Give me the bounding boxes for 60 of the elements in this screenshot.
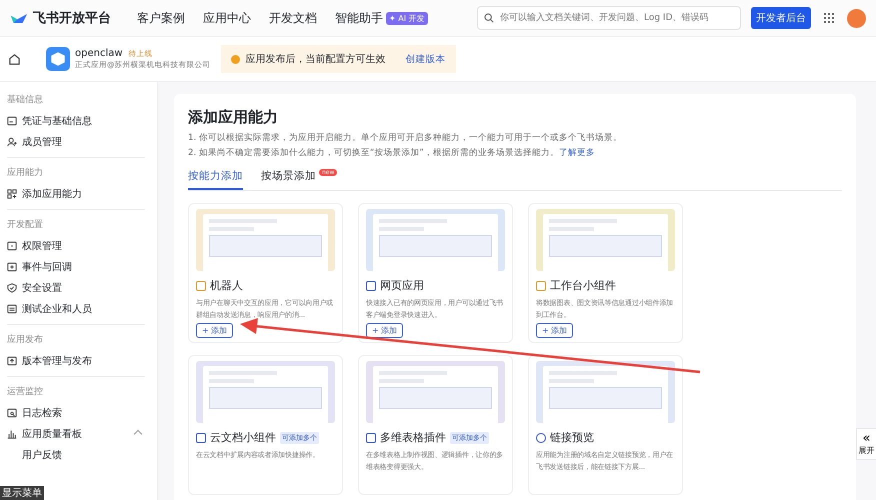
notice-text: 应用发布后，当前配置方可生效 [246, 52, 386, 66]
card-icon [7, 116, 17, 126]
test-icon [7, 304, 17, 314]
ai-badge: ✦ AI 开发 [386, 12, 428, 24]
search-input[interactable]: 你可以输入文档关键词、开发问题、Log ID、错误码 [498, 12, 734, 24]
card-title: 多维表格插件 [380, 430, 446, 445]
card-title: 云文档小组件 [210, 430, 276, 445]
chart-icon [7, 428, 17, 438]
help-text: 2. 如果尚不确定需要添加什么能力，可切换至“按场景添加”，根据所需的业务场景选择能力。了解更多 [188, 147, 596, 159]
search-icon [484, 13, 494, 23]
sidebar-item[interactable]: 成员管理 [22, 134, 145, 148]
section-title: 运营监控 [7, 386, 44, 399]
sidebar-item[interactable]: 凭证与基础信息 [22, 114, 145, 128]
sidebar-item[interactable]: 事件与回调 [22, 260, 145, 274]
help-text: 1. 你可以根据实际需求，为应用开启能力。单个应用可开启多种能力，一个能力可用于一个或多个飞书场景。 [188, 132, 623, 144]
home-icon[interactable] [8, 52, 21, 66]
tooltip: 显示菜单 [0, 486, 44, 500]
card-title: 链接预览 [550, 430, 594, 445]
nav-link[interactable]: 应用中心 [203, 10, 251, 26]
apps-grid-icon[interactable] [823, 12, 835, 24]
nav-link[interactable]: 开发文档 [269, 10, 317, 26]
create-version-link[interactable]: 创建版本 [406, 52, 446, 66]
sidebar-item[interactable]: 权限管理 [22, 238, 145, 252]
grid-icon [7, 188, 17, 198]
sidebar-item[interactable]: 版本管理与发布 [22, 354, 145, 368]
card-title: 机器人 [210, 278, 243, 293]
sidebar-item[interactable]: 用户反馈 [22, 448, 145, 462]
person-icon [7, 136, 17, 146]
expand-toggle[interactable]: « 展开 [856, 428, 876, 460]
upload-icon [7, 356, 17, 366]
logo-text[interactable]: 飞书开放平台 [33, 9, 111, 27]
card-title: 网页应用 [380, 278, 424, 293]
sidebar-item[interactable]: 应用质量看板 [22, 426, 130, 440]
event-icon [7, 262, 17, 272]
add-button[interactable]: + 添加 [366, 323, 404, 338]
section-title: 基础信息 [7, 94, 44, 107]
learn-more-link[interactable]: 了解更多 [558, 148, 595, 158]
developer-console-button[interactable]: 开发者后台 [751, 7, 811, 29]
sidebar-item[interactable]: 测试企业和人员 [22, 302, 145, 316]
sidebar-item[interactable]: 安全设置 [22, 280, 145, 294]
page-title: 添加应用能力 [188, 108, 279, 127]
section-title: 开发配置 [7, 218, 44, 232]
app-icon [46, 47, 70, 71]
add-button[interactable]: + 添加 [536, 323, 574, 338]
card-title: 工作台小组件 [550, 278, 616, 293]
log-icon [7, 408, 17, 418]
sidebar-item[interactable]: 添加应用能力 [22, 186, 145, 200]
app-name: openclaw [75, 48, 123, 59]
nav-link[interactable]: 客户案例 [137, 10, 185, 26]
add-button[interactable]: + 添加 [196, 323, 234, 338]
logo-icon[interactable] [10, 12, 28, 24]
section-title: 应用发布 [7, 334, 44, 347]
search-field[interactable]: 你可以输入文档关键词、开发问题、Log ID、错误码 [477, 6, 741, 30]
nav-link[interactable]: 智能助手 ✦ AI 开发 [335, 10, 428, 26]
warning-icon [230, 54, 240, 64]
tab[interactable]: 按能力添加 [188, 169, 243, 190]
shield-icon [7, 282, 17, 292]
avatar[interactable] [847, 8, 866, 28]
sidebar-item[interactable]: 日志检索 [22, 406, 145, 420]
section-title: 应用能力 [7, 166, 44, 180]
